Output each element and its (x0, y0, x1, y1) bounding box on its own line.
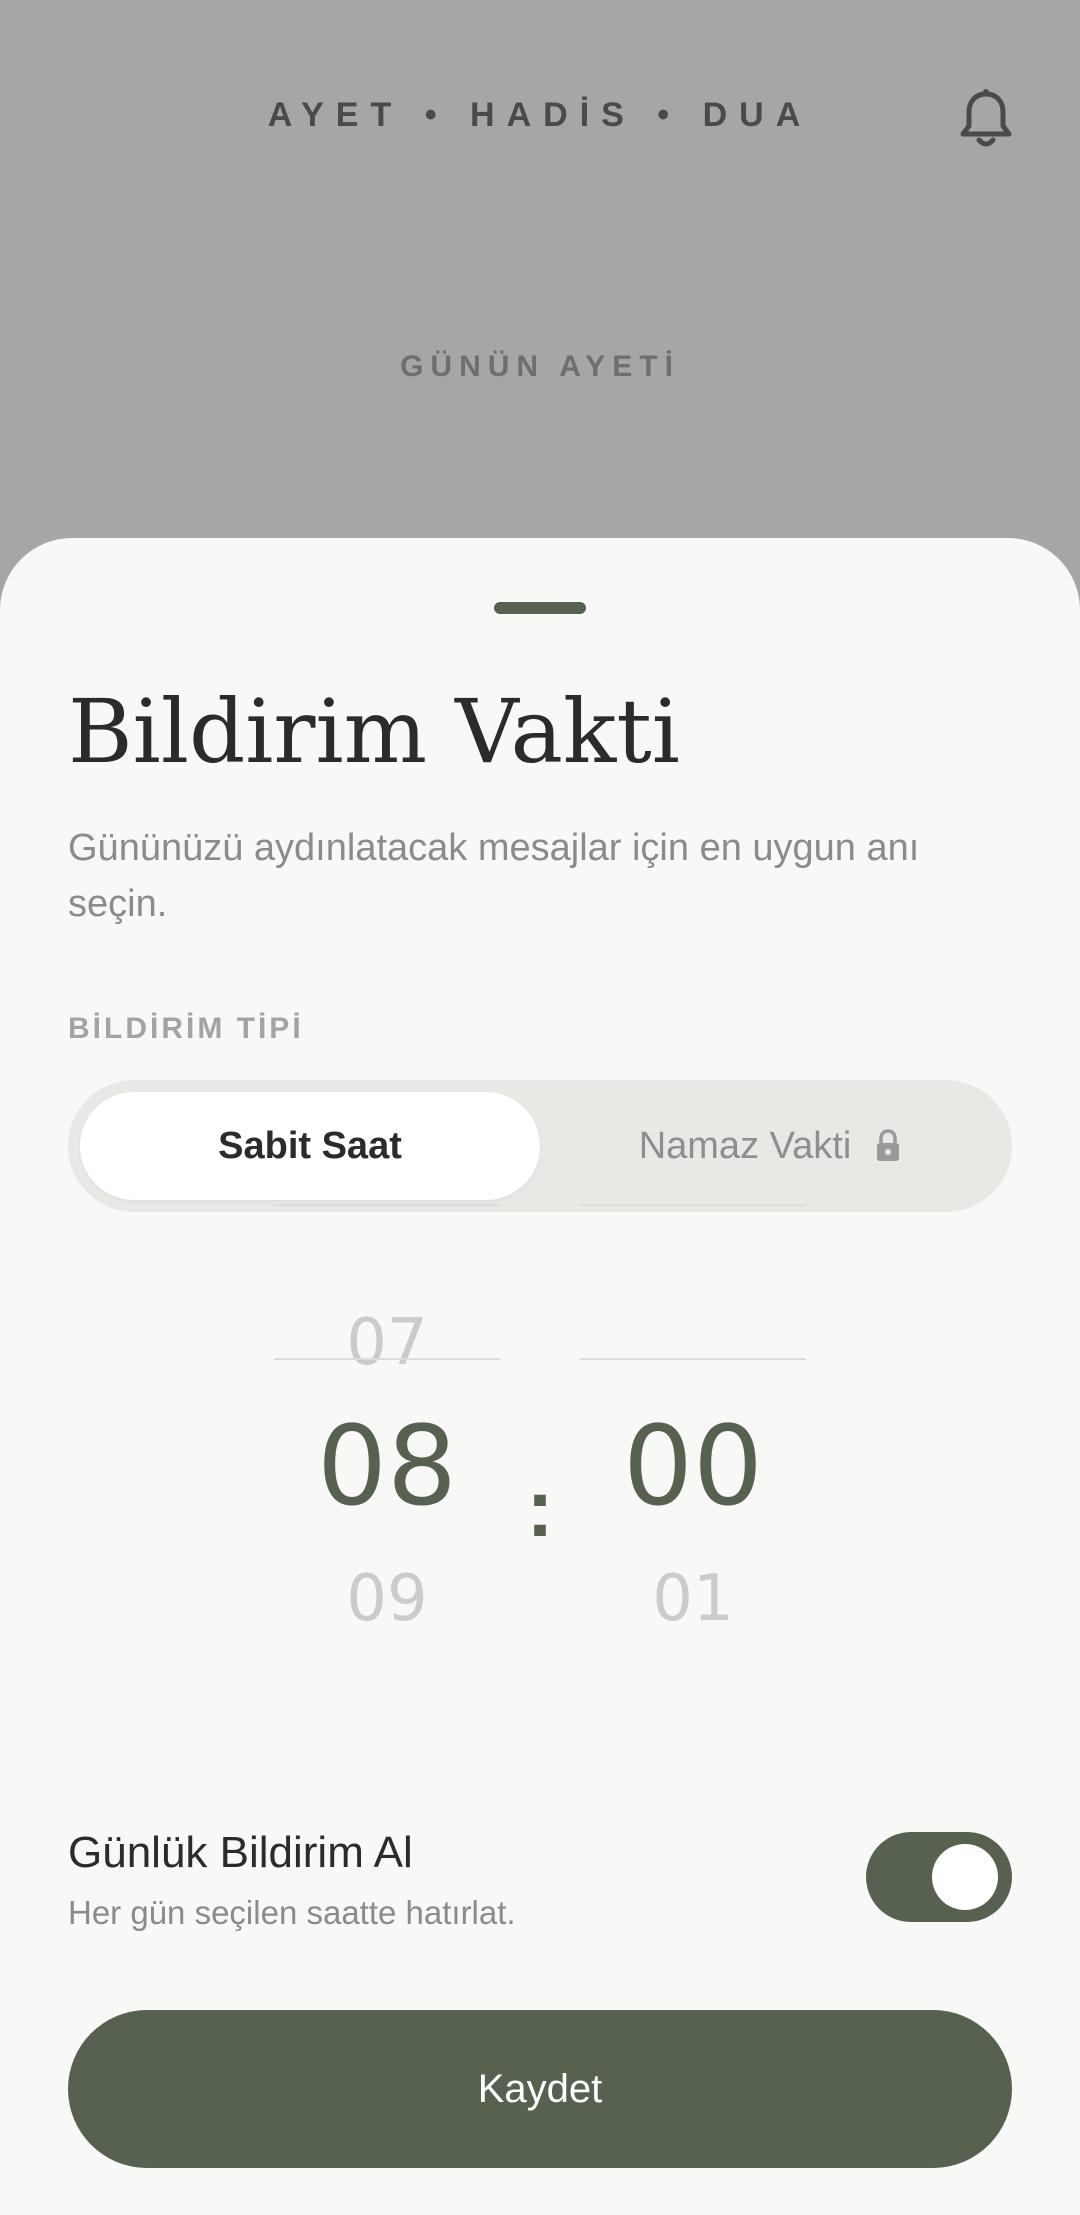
minute-selection-line-bottom (580, 1358, 806, 1360)
app-title: AYET • HADİS • DUA (267, 96, 813, 134)
hour-next[interactable]: 09 (274, 1562, 500, 1636)
notification-time-sheet: Bildirim Vakti Gününüzü aydınlatacak mes… (0, 538, 1080, 2215)
hour-selection-line-top (274, 1204, 500, 1206)
sheet-drag-handle[interactable] (494, 602, 586, 614)
daily-notification-subtitle: Her gün seçilen saatte hatırlat. (68, 1894, 516, 1931)
minute-next[interactable]: 01 (580, 1562, 806, 1636)
daily-notification-toggle[interactable] (866, 1832, 1012, 1922)
sheet-description: Gününüzü aydınlatacak mesajlar için en u… (68, 827, 920, 925)
segment-prayer-time-label: Namaz Vakti (638, 1124, 852, 1167)
notification-type-segmented: Sabit Saat Namaz Vakti (68, 1080, 1012, 1212)
minute-selection-line-top (580, 1204, 806, 1206)
toggle-knob (932, 1844, 998, 1910)
time-separator: : (526, 1463, 554, 1554)
segment-prayer-time[interactable]: Namaz Vakti (540, 1092, 1000, 1200)
daily-notification-title: Günlük Bildirim Al (68, 1828, 413, 1877)
save-button[interactable]: Kaydet (68, 2010, 1012, 2168)
segment-fixed-time[interactable]: Sabit Saat (80, 1092, 540, 1200)
sheet-title: Bildirim Vakti (68, 680, 680, 783)
lock-icon (877, 1129, 900, 1161)
notification-type-label: BİLDİRİM TİPİ (68, 1012, 304, 1045)
hour-prev[interactable]: 07 (274, 1306, 500, 1380)
verse-of-day-label: GÜNÜN AYETİ (400, 350, 680, 383)
hour-selected[interactable]: 08 (274, 1402, 500, 1530)
hour-selection-line-bottom (274, 1358, 500, 1360)
minute-selected[interactable]: 00 (580, 1402, 806, 1530)
bell-icon[interactable] (958, 88, 1014, 150)
segment-fixed-time-label: Sabit Saat (218, 1124, 402, 1167)
